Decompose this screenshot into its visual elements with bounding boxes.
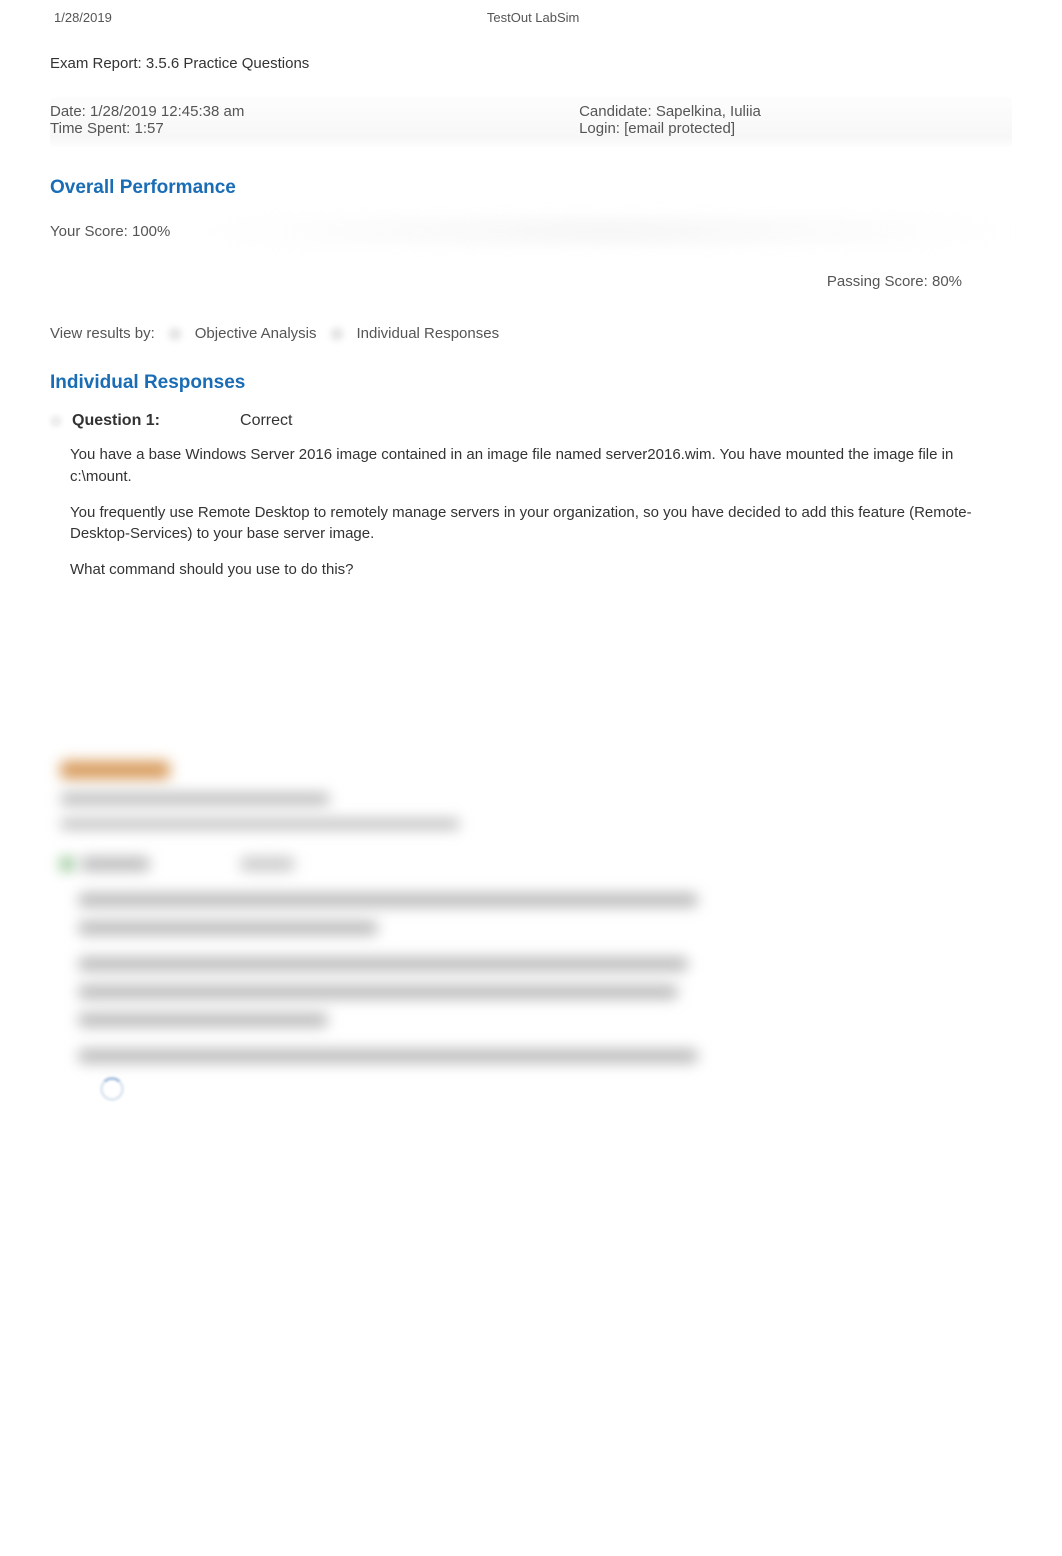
- filter-label: View results by:: [50, 325, 155, 342]
- report-date: Date: 1/28/2019 12:45:38 am: [50, 103, 579, 120]
- loading-spinner-icon: [100, 1077, 124, 1101]
- redacted-question-header: [60, 857, 1012, 871]
- report-login: Login: [email protected]: [579, 120, 1012, 137]
- redacted-line: [78, 1013, 328, 1027]
- redacted-content: [60, 761, 1012, 1101]
- passing-score-label: Passing Score: 80%: [50, 273, 1012, 290]
- your-score-label: Your Score: 100%: [50, 223, 170, 240]
- question-1-status: Correct: [240, 412, 292, 430]
- question-1-title: Question 1:: [72, 412, 160, 430]
- redacted-line: [78, 1049, 698, 1063]
- redacted-line: [78, 921, 378, 935]
- radio-objective-analysis[interactable]: [167, 326, 183, 342]
- question-bullet-icon: [50, 415, 62, 427]
- redacted-line: [78, 957, 688, 971]
- question-1-p1: You have a base Windows Server 2016 imag…: [70, 444, 1012, 488]
- page-header: 1/28/2019 TestOut LabSim: [50, 10, 1012, 25]
- redacted-line: [80, 857, 150, 871]
- question-1-header: Question 1: Correct: [50, 412, 1012, 430]
- header-date: 1/28/2019: [50, 10, 487, 25]
- question-1-p3: What command should you use to do this?: [70, 559, 1012, 581]
- report-candidate: Candidate: Sapelkina, Iuliia: [579, 103, 1012, 120]
- redacted-line: [60, 793, 330, 805]
- header-app-title: TestOut LabSim: [487, 10, 1012, 25]
- report-time-spent: Time Spent: 1:57: [50, 120, 579, 137]
- score-row: Your Score: 100%: [50, 217, 1012, 245]
- redacted-line: [78, 985, 678, 999]
- redacted-status-icon: [60, 857, 74, 871]
- filter-option-objective[interactable]: Objective Analysis: [195, 325, 317, 342]
- overall-performance-heading: Overall Performance: [50, 177, 1012, 199]
- report-title: Exam Report: 3.5.6 Practice Questions: [50, 55, 1012, 72]
- individual-responses-heading: Individual Responses: [50, 372, 1012, 394]
- question-1-body: You have a base Windows Server 2016 imag…: [70, 444, 1012, 581]
- redacted-line: [240, 857, 295, 871]
- score-bar-placeholder: [200, 217, 1012, 245]
- report-meta: Date: 1/28/2019 12:45:38 am Time Spent: …: [50, 97, 1012, 147]
- radio-individual-responses[interactable]: [329, 326, 345, 342]
- redacted-line: [78, 893, 698, 907]
- redacted-heading: [60, 761, 170, 779]
- filter-option-individual[interactable]: Individual Responses: [357, 325, 500, 342]
- view-results-filter: View results by: Objective Analysis Indi…: [50, 325, 1012, 342]
- redacted-line: [60, 819, 460, 829]
- question-1-p2: You frequently use Remote Desktop to rem…: [70, 502, 1012, 546]
